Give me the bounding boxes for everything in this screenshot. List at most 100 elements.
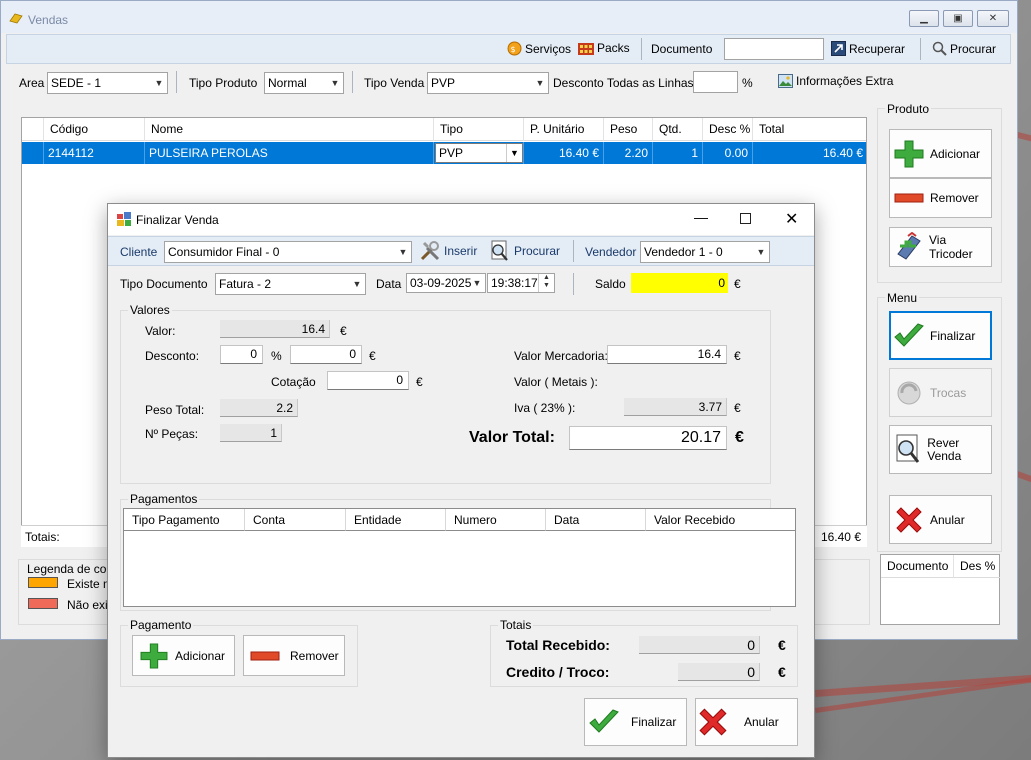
minimize-button[interactable]: ▁ xyxy=(909,10,939,27)
pagamento-remover-button[interactable]: Remover xyxy=(243,635,345,676)
column-header[interactable]: Tipo xyxy=(434,118,524,141)
close-button[interactable]: ✕ xyxy=(977,10,1009,27)
currency-label: € xyxy=(734,401,741,415)
hora-picker[interactable]: 19:38:17 ▲ ▼ xyxy=(487,273,555,293)
column-header[interactable]: Código xyxy=(44,118,145,141)
dialog-maximize-button[interactable] xyxy=(740,213,751,224)
dialog-close-button[interactable]: ✕ xyxy=(785,209,798,229)
percent-label: % xyxy=(742,76,753,90)
cell-p-unitario: 16.40 € xyxy=(524,142,604,164)
servicos-button[interactable]: $ Serviços xyxy=(507,41,571,56)
row-selector[interactable] xyxy=(22,142,44,164)
pagamento-title: Pagamento xyxy=(128,618,194,632)
column-header[interactable]: Data xyxy=(546,509,646,531)
menu-anular-button[interactable]: Anular xyxy=(889,495,992,544)
valor-mercadoria-label: Valor Mercadoria: xyxy=(514,349,608,363)
separator xyxy=(352,71,353,93)
documento-input[interactable] xyxy=(724,38,824,60)
n-pecas-label: Nº Peças: xyxy=(145,427,199,441)
column-header[interactable]: Entidade xyxy=(346,509,446,531)
packs-button[interactable]: Packs xyxy=(578,41,630,55)
desconto-linhas-input[interactable] xyxy=(693,71,738,93)
dialog-minimize-button[interactable]: — xyxy=(694,209,708,225)
column-header[interactable]: Valor Recebido xyxy=(646,509,795,531)
anular-label: Anular xyxy=(930,512,965,527)
finalizar-venda-dialog: Finalizar Venda — ✕ Cliente Consumidor F… xyxy=(107,203,815,758)
cliente-select[interactable]: Consumidor Final - 0 ▼ xyxy=(164,241,412,263)
area-select[interactable]: SEDE - 1 ▼ xyxy=(47,72,168,94)
spinner-icon[interactable]: ▲ ▼ xyxy=(538,274,554,292)
valor-mercadoria-value: 16.4 xyxy=(607,345,727,364)
column-header[interactable]: Numero xyxy=(446,509,546,531)
column-header[interactable]: Total xyxy=(753,118,867,141)
menu-trocas-button[interactable]: Trocas xyxy=(889,368,992,417)
vendedor-select[interactable]: Vendedor 1 - 0 ▼ xyxy=(640,241,770,263)
valores-title: Valores xyxy=(128,303,172,317)
currency-label: € xyxy=(734,277,741,291)
data-value: 03-09-2025 xyxy=(410,276,472,290)
dialog-procurar-button[interactable]: Procurar xyxy=(489,240,560,262)
column-header[interactable]: Nome xyxy=(145,118,434,141)
column-header[interactable]: Conta xyxy=(245,509,346,531)
via-tricoder-button[interactable]: Via Tricoder xyxy=(889,227,992,267)
table-row[interactable]: 2144112 PULSEIRA PEROLAS PVP ▼ 16.40 € 2.… xyxy=(22,142,866,164)
toolbar-separator xyxy=(641,38,642,60)
produto-adicionar-button[interactable]: Adicionar xyxy=(889,129,992,178)
tipo-select[interactable]: PVP ▼ xyxy=(435,143,523,163)
tipo-documento-select[interactable]: Fatura - 2 ▼ xyxy=(215,273,366,295)
column-header[interactable]: Des % xyxy=(954,555,1000,578)
dialog-finalizar-button[interactable]: Finalizar xyxy=(584,698,687,746)
desconto-linhas-label: Desconto Todas as Linhas xyxy=(553,76,694,90)
desconto-pct-input[interactable]: 0 xyxy=(220,345,263,364)
maximize-button[interactable]: ▣ xyxy=(943,10,973,27)
column-header[interactable]: Peso xyxy=(604,118,653,141)
tipo-venda-select[interactable]: PVP ▼ xyxy=(427,72,549,94)
title-bar: Vendas ▁ ▣ ✕ xyxy=(1,1,1017,33)
column-header[interactable]: Qtd. xyxy=(653,118,703,141)
desconto-value-input[interactable]: 0 xyxy=(290,345,362,364)
valor-total-value: 20.17 xyxy=(569,426,727,450)
produto-remover-button[interactable]: Remover xyxy=(889,178,992,218)
document-search-icon xyxy=(491,240,508,261)
dialog-anular-button[interactable]: Anular xyxy=(695,698,798,746)
column-header[interactable]: Desc % xyxy=(703,118,753,141)
recuperar-icon xyxy=(831,41,846,56)
peso-total-label: Peso Total: xyxy=(145,403,205,417)
n-pecas-value: 1 xyxy=(220,424,282,442)
dialog-app-icon xyxy=(117,212,131,226)
total-recebido-value: 0 xyxy=(639,636,760,654)
cell-total: 16.40 € xyxy=(822,146,863,160)
chevron-down-icon: ▼ xyxy=(756,247,766,257)
menu-rever-venda-button[interactable]: Rever Venda xyxy=(889,425,992,474)
currency-label: € xyxy=(416,375,423,389)
cliente-value: Consumidor Final - 0 xyxy=(168,245,280,259)
remover-label: Remover xyxy=(930,191,979,205)
currency-label: € xyxy=(778,664,786,680)
informacoes-extra-button[interactable]: Informações Extra xyxy=(778,74,893,88)
cliente-label: Cliente xyxy=(120,245,158,259)
vendedor-value: Vendedor 1 - 0 xyxy=(644,245,723,259)
pagamento-adicionar-button[interactable]: Adicionar xyxy=(132,635,235,676)
recuperar-button[interactable]: Recuperar xyxy=(831,41,905,56)
cotacao-input[interactable]: 0 xyxy=(327,371,409,390)
iva-label: Iva ( 23% ): xyxy=(514,401,576,415)
menu-finalizar-button[interactable]: Finalizar xyxy=(889,311,992,360)
rever-venda-label: Rever Venda xyxy=(927,435,962,463)
exchange-icon xyxy=(892,378,926,408)
chevron-down-icon: ▼ xyxy=(398,247,408,257)
tipo-produto-select[interactable]: Normal ▼ xyxy=(264,72,344,94)
totais-title: Totais xyxy=(498,618,534,632)
inserir-button[interactable]: Inserir xyxy=(419,240,477,262)
column-header[interactable]: Tipo Pagamento xyxy=(124,509,245,531)
checkmark-icon xyxy=(587,709,621,735)
packs-label: Packs xyxy=(597,41,630,55)
cell-peso: 2.20 xyxy=(604,142,653,164)
valores-group: Valores xyxy=(120,303,771,484)
cell-tipo[interactable]: PVP ▼ xyxy=(434,142,524,164)
separator xyxy=(573,273,574,295)
column-header[interactable]: Documento xyxy=(881,555,954,578)
data-picker[interactable]: 03-09-2025 ▼ xyxy=(406,273,486,293)
column-header[interactable]: P. Unitário xyxy=(524,118,604,141)
procurar-button[interactable]: Procurar xyxy=(932,41,996,56)
vendedor-label: Vendedor xyxy=(585,245,637,259)
